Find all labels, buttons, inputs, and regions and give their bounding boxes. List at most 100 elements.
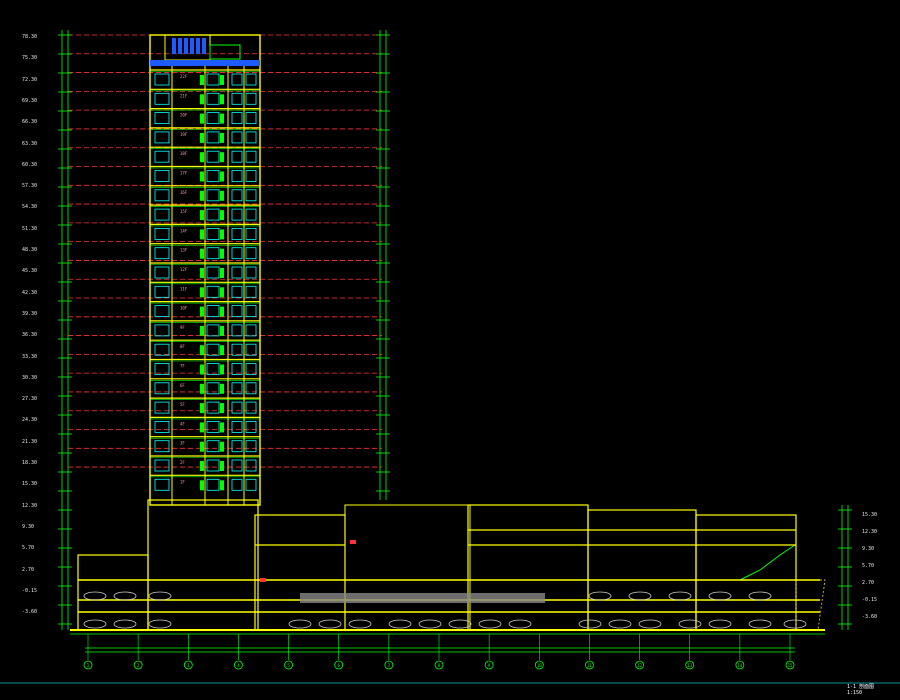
parked-car (708, 619, 732, 629)
parked-car (113, 591, 137, 601)
tower-window (245, 478, 257, 491)
axis-bubble-label: 14 (737, 663, 742, 668)
left-elevation-label: 18.30 (22, 460, 38, 466)
tower-door (220, 190, 224, 201)
tower-window (206, 266, 220, 279)
left-elevation-label: 15.30 (22, 481, 38, 488)
left-elevation-label: 5.70 (22, 545, 35, 552)
tower-window (206, 112, 220, 124)
axis-bubble-label: 3 (187, 663, 190, 668)
tower-door (200, 383, 204, 394)
parked-car (83, 591, 107, 601)
axis-bubble-label: 15 (788, 663, 793, 668)
parked-car (148, 619, 172, 629)
title-block: 1-1 剖面图 1:150 (847, 683, 900, 696)
tower-window (245, 420, 257, 433)
axis-bubble-label: 6 (338, 663, 341, 668)
tower-door (220, 268, 224, 278)
tower-window (206, 131, 220, 144)
tower-window (245, 440, 257, 453)
tower-door (220, 171, 224, 182)
left-elevation-label: 9.30 (22, 523, 35, 530)
tower-floor-tag: 5F (180, 402, 185, 407)
tower-window (154, 170, 170, 182)
tower-window (245, 150, 257, 163)
tower-floor-tag: 7F (180, 364, 185, 369)
parked-car (708, 591, 732, 601)
left-elevation-label: 69.30 (22, 97, 38, 104)
parked-car (608, 619, 632, 629)
tower-window (245, 131, 257, 144)
accent-mark (350, 540, 356, 544)
tower-window (206, 170, 220, 182)
tower-window (206, 420, 220, 433)
tower-window (154, 247, 170, 260)
tower-window (206, 459, 220, 472)
left-elevation-label: 48.30 (22, 247, 38, 253)
axis-bubble-label: 12 (637, 663, 642, 668)
tower-door (200, 190, 204, 201)
tower-door (200, 152, 204, 163)
tower-window (154, 150, 170, 163)
right-elevation-label: -0.15 (862, 597, 878, 603)
axis-bubble-label: 5 (287, 663, 290, 668)
tower-window (231, 305, 243, 318)
tower-door (220, 287, 224, 298)
tower-door (220, 306, 224, 317)
tower-window (154, 73, 170, 86)
tower-window (231, 285, 243, 298)
left-elevation-label: 72.30 (22, 76, 38, 83)
tower-window (154, 131, 170, 144)
podium-core-block (147, 499, 259, 631)
tower-window (154, 305, 170, 318)
tower-window (231, 478, 243, 491)
right-elevation-label: 9.30 (862, 546, 875, 552)
tower-window (154, 343, 170, 356)
tower-door (200, 480, 204, 491)
parking-hatch (300, 593, 545, 603)
tower-door (220, 248, 224, 259)
left-elevation-label: 54.30 (22, 204, 38, 211)
tower-window (245, 343, 257, 356)
left-elevation-label: 78.30 (22, 34, 38, 40)
tower-window (154, 189, 170, 202)
tower-door (220, 229, 224, 240)
parked-car (288, 619, 312, 629)
left-elevation-label: 33.30 (22, 353, 38, 360)
left-elevation-label: -0.15 (22, 587, 38, 594)
parked-car (678, 619, 702, 629)
tower-window (231, 343, 243, 356)
roof-equipment-panel (172, 38, 176, 54)
left-elevation-label: -3.60 (22, 609, 38, 616)
tower-floor-tag: 20F (180, 113, 188, 118)
tower-window (154, 324, 170, 337)
tower-window (206, 247, 220, 260)
ramp-stair (739, 544, 796, 581)
tower-window (245, 92, 257, 105)
tower-door (220, 132, 224, 143)
left-elevation-label: 75.30 (22, 55, 38, 62)
axis-bubble-label: 1 (87, 663, 90, 668)
tower-door (200, 229, 204, 240)
tower-floor-tag: 6F (180, 383, 185, 388)
parked-car (478, 619, 502, 629)
tower-window (231, 266, 243, 279)
left-elevation-label: 2.70 (22, 566, 35, 573)
tower-window (206, 73, 220, 86)
roof-slab (150, 60, 260, 66)
parked-car (628, 591, 652, 601)
tower-window (206, 150, 220, 163)
tower-window (231, 459, 243, 472)
left-elevation-label: 63.30 (22, 140, 38, 147)
tower-door (220, 75, 224, 85)
tower-door (200, 132, 204, 143)
axis-bubble-label: 9 (488, 663, 491, 668)
parked-car (348, 619, 372, 629)
parked-car (748, 591, 772, 601)
left-elevation-label: 60.30 (22, 161, 38, 168)
tower-floor-tag: 12F (180, 267, 188, 272)
tower-door (220, 345, 224, 356)
tower-window (231, 131, 243, 144)
parked-car (668, 591, 692, 601)
tower-door (200, 422, 204, 433)
